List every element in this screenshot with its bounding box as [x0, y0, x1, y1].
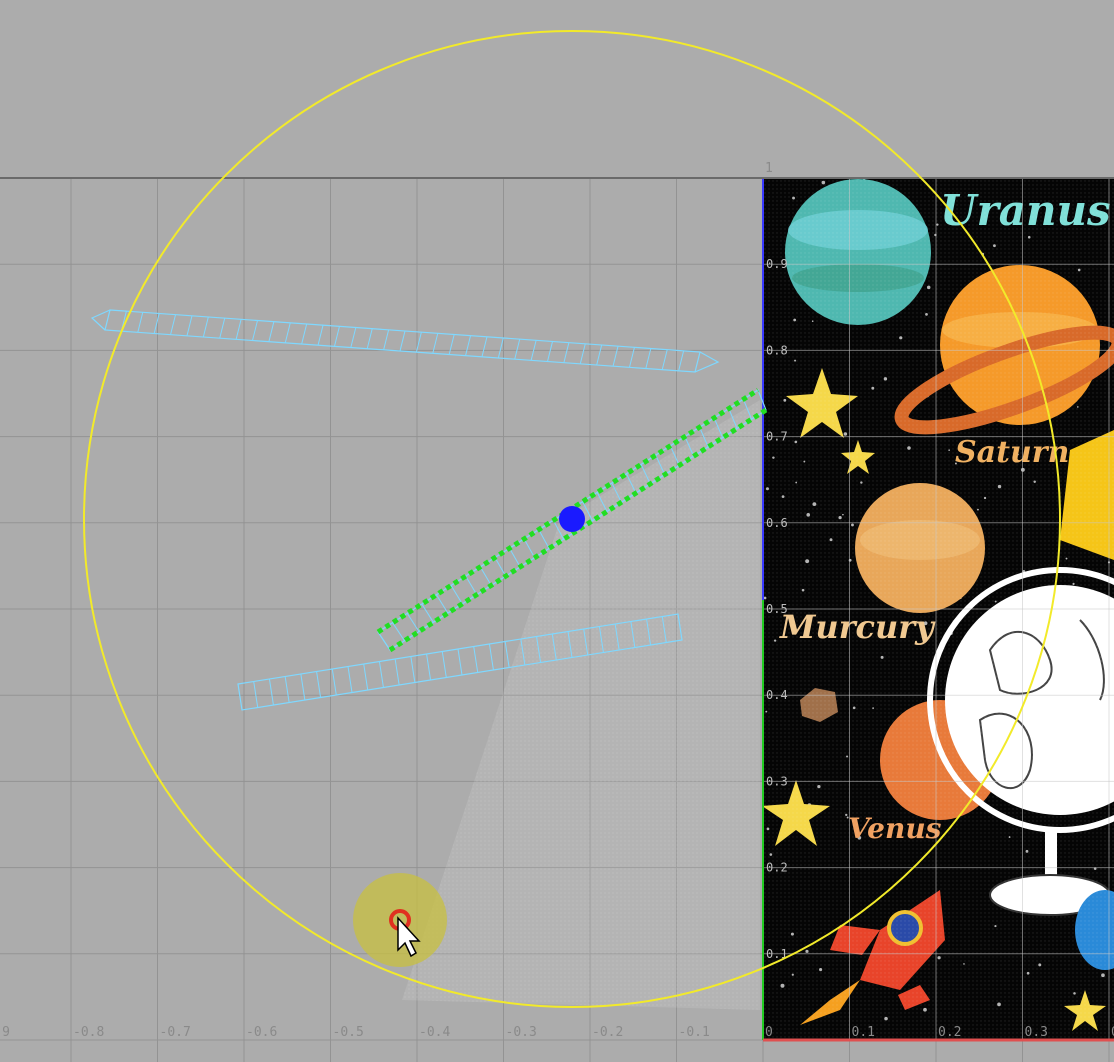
brush-fan-dots [402, 400, 760, 1010]
uv-edge [645, 348, 652, 369]
uv-edge [153, 313, 160, 334]
x-tick-label: 0.3 [1025, 1025, 1048, 1040]
uv-edge [235, 319, 242, 340]
uv-edge [331, 668, 337, 696]
uv-edge [481, 336, 488, 357]
uv-edge [538, 529, 550, 549]
uv-edge [563, 342, 570, 363]
uv-edge [450, 585, 463, 605]
uv-edge [457, 648, 463, 676]
uv-editor-viewport[interactable]: Uranus Saturn Murcury Venus 1 9 -0.8 -0.… [0, 0, 1114, 1062]
uv-edge [268, 321, 275, 342]
x-tick-label: 0.9 [0, 1025, 10, 1040]
uv-edge [301, 323, 308, 345]
uv-edge [497, 337, 504, 359]
y-tick-label: 0.5 [766, 602, 788, 616]
y-tick-label: 0.4 [766, 688, 788, 702]
uv-edge [378, 661, 384, 688]
uv-edge [494, 557, 507, 577]
uv-edge [678, 350, 685, 371]
x-tick-labels: 0.9 -0.8 -0.7 -0.6 -0.5 -0.4 -0.3 -0.2 -0.1 0 0.1 0… [0, 1025, 1114, 1040]
uv-shell-top[interactable] [90, 309, 720, 373]
uv-edge [448, 334, 455, 355]
pivot-handle[interactable] [559, 506, 585, 532]
x-tick-label: -0.5 [333, 1025, 364, 1040]
y-tick-label: 0.9 [766, 257, 788, 271]
uv-edge [514, 339, 521, 360]
uv-edge [479, 566, 492, 586]
uv-corner-label: 1 [765, 161, 773, 176]
uv-edge [465, 575, 478, 595]
uv-edge [612, 346, 619, 367]
uv-edge [186, 315, 193, 336]
uv-edge [392, 622, 405, 642]
uv-edge [363, 663, 369, 691]
uv-edge [219, 318, 226, 339]
uv-edge [333, 326, 340, 347]
uv-edge [394, 658, 400, 686]
uv-edge [268, 678, 274, 706]
y-tick-label: 0.2 [766, 861, 788, 875]
uv-edge [410, 656, 416, 683]
x-tick-label: -0.6 [246, 1025, 277, 1040]
uv-edge [350, 327, 357, 348]
uv-edge [426, 653, 432, 681]
uv-edge [421, 603, 434, 623]
uv-edge [473, 646, 479, 673]
uv-edge [436, 594, 449, 614]
uv-edge [252, 320, 258, 341]
uv-edge [661, 349, 668, 370]
x-tick-label: -0.3 [506, 1025, 537, 1040]
uv-edge [441, 651, 447, 678]
uv-edge [547, 341, 553, 362]
x-tick-label: -0.2 [592, 1025, 623, 1040]
uv-edge [316, 671, 322, 698]
uv-edge [509, 547, 521, 568]
x-tick-label: 0.1 [852, 1025, 875, 1040]
uv-edge [170, 314, 177, 335]
y-tick-label: 0.3 [766, 774, 788, 788]
y-tick-label: 0.8 [766, 343, 788, 357]
uv-edge [253, 681, 259, 708]
y-tick-label: 0.7 [766, 430, 788, 444]
uv-edge [366, 328, 373, 349]
uv-edge [399, 330, 406, 352]
uv-edge [504, 641, 510, 668]
uv-edge [300, 673, 306, 701]
uv-edge [523, 538, 536, 558]
uv-shell-cap [694, 351, 720, 373]
uv-edge [137, 312, 144, 333]
uv-edge [317, 325, 324, 346]
y-tick-label: 0.6 [766, 516, 788, 530]
x-tick-label: -0.1 [679, 1025, 710, 1040]
uv-edge [488, 643, 494, 671]
uv-edge [383, 329, 390, 350]
uv-edge [579, 343, 586, 364]
uv-edge [202, 316, 209, 338]
uv-edge [596, 344, 603, 366]
x-tick-label: 0.2 [938, 1025, 961, 1040]
x-tick-label: -0.8 [73, 1025, 104, 1040]
uv-edge [347, 666, 353, 693]
x-tick-label: -0.4 [419, 1025, 450, 1040]
x-tick-label: 0 [765, 1025, 773, 1040]
uv-edge [284, 322, 291, 343]
uv-canvas[interactable]: Uranus Saturn Murcury Venus 1 9 -0.8 -0.… [0, 0, 1114, 1062]
uv-edge [465, 335, 472, 356]
x-tick-label: -0.7 [160, 1025, 191, 1040]
uv-edge [284, 676, 290, 703]
